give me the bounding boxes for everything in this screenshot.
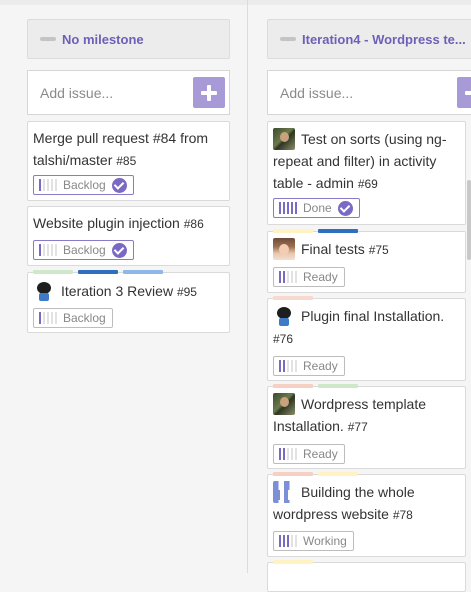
- label-bar: [273, 229, 313, 233]
- status-text: Ready: [303, 270, 338, 284]
- card-text: Plugin final Installation. #76: [273, 305, 459, 350]
- user-photo-avatar: [273, 393, 295, 415]
- column-no-milestone: No milestone Merge pull request #84 from…: [0, 0, 248, 573]
- issue-card[interactable]: Iteration 3 Review #95 Backlog: [27, 270, 230, 333]
- issue-card[interactable]: Merge pull request #84 from talshi/maste…: [27, 121, 230, 201]
- column-title: Iteration4 - Wordpress te...: [302, 31, 466, 47]
- user-woman-avatar: [273, 238, 295, 260]
- label-strip: [273, 560, 313, 564]
- card-text: Building the whole wordpress website #78: [273, 481, 459, 526]
- issue-card[interactable]: Wordpress template Installation. #77 Rea…: [267, 384, 466, 469]
- label-strip: [273, 229, 358, 233]
- status-badge[interactable]: Ready: [273, 444, 345, 464]
- status-text: Backlog: [63, 243, 106, 257]
- issue-title: Website plugin injection: [33, 215, 180, 231]
- status-badge[interactable]: Done: [273, 198, 360, 218]
- issue-title: Plugin final Installation.: [301, 308, 445, 324]
- issue-card[interactable]: Test on sorts (using ng-repeat and filte…: [267, 121, 466, 225]
- status-text: Backlog: [63, 311, 106, 325]
- label-bar: [318, 472, 358, 476]
- add-issue-button[interactable]: [193, 77, 225, 108]
- label-strip: [273, 384, 358, 388]
- status-badge[interactable]: Working: [273, 531, 354, 551]
- progress-bars: [279, 448, 297, 460]
- github-octocat-icon: [33, 280, 55, 302]
- issue-number: #77: [347, 420, 368, 434]
- progress-bars: [39, 179, 57, 191]
- status-badge[interactable]: Backlog: [33, 240, 134, 260]
- label-strip: [273, 296, 313, 300]
- issue-card[interactable]: [267, 560, 466, 592]
- label-bar: [273, 560, 313, 564]
- collapse-icon[interactable]: [280, 37, 296, 41]
- progress-bars: [279, 202, 297, 214]
- label-bar: [273, 472, 313, 476]
- add-issue-input[interactable]: [268, 71, 471, 114]
- collapse-icon[interactable]: [40, 37, 56, 41]
- label-bar: [318, 229, 358, 233]
- issue-number: #69: [357, 177, 378, 191]
- add-issue-box: [267, 70, 471, 115]
- add-issue-box: [27, 70, 230, 115]
- progress-bars: [279, 360, 297, 372]
- issue-number: #95: [176, 285, 197, 299]
- column-header[interactable]: No milestone: [27, 19, 230, 59]
- status-badge[interactable]: Backlog: [33, 175, 134, 195]
- issue-card[interactable]: Plugin final Installation. #76 Ready: [267, 296, 466, 381]
- card-text: Merge pull request #84 from talshi/maste…: [33, 127, 223, 172]
- label-bar: [318, 384, 358, 388]
- card-text: Wordpress template Installation. #77: [273, 393, 459, 438]
- identicon-avatar: [273, 481, 295, 503]
- column-header[interactable]: Iteration4 - Wordpress te...: [267, 19, 471, 59]
- label-bar: [273, 296, 313, 300]
- issue-number: #76: [273, 332, 294, 346]
- status-text: Done: [303, 201, 332, 215]
- issue-card[interactable]: Building the whole wordpress website #78…: [267, 472, 466, 557]
- add-issue-button[interactable]: [457, 77, 471, 108]
- label-strip: [33, 270, 163, 274]
- card-text: Final tests #75: [273, 238, 459, 261]
- check-circle-icon: [111, 242, 127, 258]
- column-iteration4: Iteration4 - Wordpress te... Test on sor…: [248, 0, 471, 592]
- card-text: Test on sorts (using ng-repeat and filte…: [273, 128, 459, 195]
- progress-bars: [39, 244, 57, 256]
- status-text: Backlog: [63, 178, 106, 192]
- progress-bars: [279, 535, 297, 547]
- user-photo-avatar: [273, 128, 295, 150]
- issue-card[interactable]: Website plugin injection #86 Backlog: [27, 206, 230, 266]
- issue-number: #85: [116, 154, 137, 168]
- issue-title: Final tests: [301, 241, 365, 257]
- issue-number: #78: [392, 508, 413, 522]
- label-bar: [273, 384, 313, 388]
- check-circle-icon: [337, 200, 353, 216]
- issue-number: #75: [368, 243, 389, 257]
- column-title: No milestone: [62, 31, 144, 47]
- scrollbar[interactable]: [467, 180, 471, 260]
- status-badge[interactable]: Ready: [273, 267, 345, 287]
- label-bar: [33, 270, 73, 274]
- issue-number: #86: [183, 217, 204, 231]
- card-text: Website plugin injection #86: [33, 212, 223, 235]
- label-bar: [123, 270, 163, 274]
- issue-title: Iteration 3 Review: [61, 283, 174, 299]
- status-badge[interactable]: Ready: [273, 356, 345, 376]
- label-strip: [273, 472, 358, 476]
- check-circle-icon: [111, 177, 127, 193]
- status-text: Ready: [303, 447, 338, 461]
- card-text: Iteration 3 Review #95: [33, 280, 223, 303]
- label-bar: [78, 270, 118, 274]
- issue-card[interactable]: Final tests #75 Ready: [267, 229, 466, 293]
- github-octocat-icon: [273, 305, 295, 327]
- progress-bars: [39, 312, 57, 324]
- status-text: Ready: [303, 359, 338, 373]
- progress-bars: [279, 271, 297, 283]
- status-badge[interactable]: Backlog: [33, 308, 113, 328]
- status-text: Working: [303, 534, 347, 548]
